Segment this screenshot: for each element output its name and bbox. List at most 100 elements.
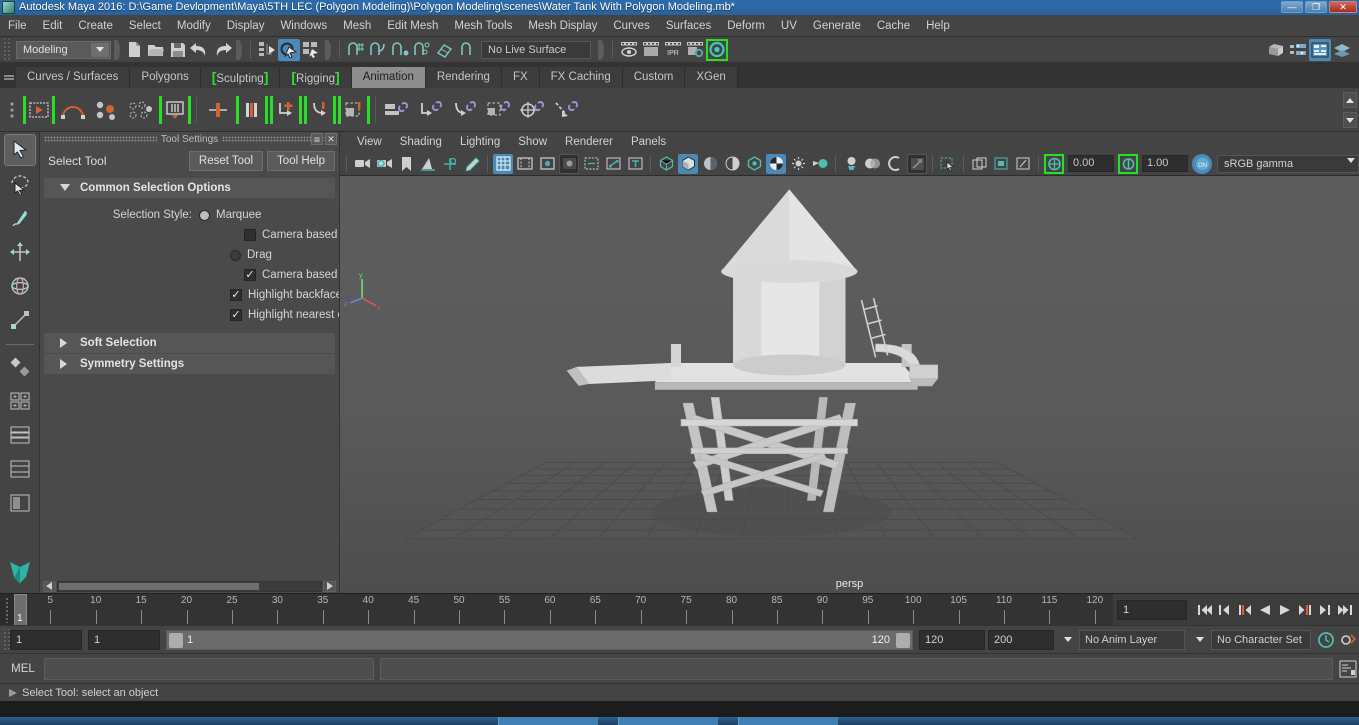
taskbar-item[interactable] bbox=[738, 717, 838, 725]
bookmark-icon[interactable] bbox=[396, 154, 416, 174]
two-d-pan-zoom-icon[interactable] bbox=[440, 154, 460, 174]
highlight-backfaces-checkbox[interactable]: ✓ bbox=[230, 289, 242, 301]
shelf-options-grip[interactable] bbox=[2, 88, 22, 132]
open-scene-icon[interactable] bbox=[145, 39, 167, 61]
grid-toggle-icon[interactable] bbox=[493, 153, 513, 174]
all-lights-icon[interactable] bbox=[841, 154, 861, 174]
texture-toggle-icon[interactable] bbox=[625, 154, 645, 174]
section-soft-selection[interactable]: Soft Selection bbox=[44, 333, 335, 353]
shelf-tab-rigging[interactable]: [Rigging] bbox=[280, 67, 352, 88]
step-forward-key-icon[interactable] bbox=[1295, 598, 1315, 622]
scroll-right-arrow[interactable] bbox=[323, 580, 336, 592]
menu-modify[interactable]: Modify bbox=[169, 15, 219, 37]
move-tool[interactable] bbox=[4, 236, 36, 268]
section-common-selection-options[interactable]: Common Selection Options bbox=[44, 178, 335, 198]
point-constraint-icon[interactable] bbox=[414, 93, 448, 127]
menu-file[interactable]: File bbox=[0, 15, 35, 37]
channel-box-icon[interactable] bbox=[1309, 38, 1331, 61]
isolate-select-icon[interactable] bbox=[863, 154, 883, 174]
close-button[interactable]: ✕ bbox=[1329, 1, 1357, 13]
set-key-translate-icon[interactable] bbox=[201, 93, 235, 127]
tool-help-button[interactable]: Tool Help bbox=[267, 151, 335, 171]
viewport-menu-panels[interactable]: Panels bbox=[622, 132, 675, 152]
statusline-grip[interactable] bbox=[2, 38, 10, 61]
highlight-nearest-component-checkbox[interactable]: ✓ bbox=[230, 309, 242, 321]
time-slider-grip[interactable] bbox=[0, 594, 14, 625]
range-options-chevron-icon[interactable] bbox=[1057, 629, 1079, 651]
lasso-select-tool[interactable] bbox=[4, 168, 36, 200]
drag-radio[interactable] bbox=[230, 249, 241, 261]
character-set-select[interactable]: No Character Set bbox=[1211, 629, 1311, 650]
step-forward-frame-icon[interactable] bbox=[1315, 598, 1335, 622]
step-back-key-icon[interactable] bbox=[1235, 598, 1255, 622]
menu-display[interactable]: Display bbox=[219, 15, 273, 37]
snap-curve-icon[interactable] bbox=[367, 39, 389, 61]
camera-based-selection-checkbox[interactable] bbox=[244, 229, 256, 241]
menu-surfaces[interactable]: Surfaces bbox=[658, 15, 719, 37]
shelf-tab-sculpting[interactable]: [Sculpting] bbox=[200, 67, 281, 88]
scrollbar-track[interactable] bbox=[57, 580, 322, 592]
grease-pencil-icon[interactable] bbox=[462, 154, 482, 174]
snap-view-plane-icon[interactable] bbox=[433, 39, 455, 61]
current-time-indicator[interactable]: 1 bbox=[14, 594, 27, 625]
chevron-down-icon[interactable] bbox=[1347, 157, 1355, 177]
viewport-menu-view[interactable]: View bbox=[348, 132, 391, 152]
scale-tool[interactable] bbox=[4, 304, 36, 336]
play-forwards-icon[interactable] bbox=[1275, 598, 1295, 622]
marquee-radio[interactable] bbox=[199, 209, 210, 221]
shadows-icon[interactable] bbox=[722, 154, 742, 174]
four-view-layout[interactable] bbox=[4, 385, 36, 417]
layout-preset-icon[interactable] bbox=[4, 487, 36, 519]
menu-cache[interactable]: Cache bbox=[869, 15, 918, 37]
constrain-selection-icon[interactable] bbox=[337, 93, 371, 127]
range-end-handle[interactable] bbox=[896, 632, 910, 648]
select-hierarchy-icon[interactable] bbox=[256, 39, 278, 61]
undock-panel-icon[interactable]: ⧈ bbox=[311, 133, 323, 145]
viewport-menu-show[interactable]: Show bbox=[509, 132, 556, 152]
menu-generate[interactable]: Generate bbox=[805, 15, 869, 37]
shelf-tab-polygons[interactable]: Polygons bbox=[130, 67, 201, 88]
go-to-end-icon[interactable] bbox=[1335, 598, 1355, 622]
paint-select-tool[interactable] bbox=[4, 202, 36, 234]
play-backwards-icon[interactable] bbox=[1255, 598, 1275, 622]
gamma-icon[interactable] bbox=[1118, 153, 1138, 174]
layer-editor-icon[interactable] bbox=[1331, 39, 1353, 61]
snap-grid-icon[interactable] bbox=[345, 39, 367, 61]
rotate-tool[interactable] bbox=[4, 270, 36, 302]
select-component-icon[interactable] bbox=[300, 39, 322, 61]
color-management-icon[interactable]: ON bbox=[1192, 153, 1212, 174]
wireframe-icon[interactable] bbox=[656, 154, 676, 174]
ik-handle-icon[interactable] bbox=[269, 93, 303, 127]
undo-icon[interactable] bbox=[189, 39, 211, 61]
aim-constraint-icon[interactable] bbox=[516, 93, 550, 127]
chevron-down-icon[interactable] bbox=[91, 42, 109, 57]
playback-end-field[interactable]: 120 bbox=[919, 629, 985, 650]
isolate-select-marquee-icon[interactable] bbox=[938, 154, 958, 174]
minimize-button[interactable]: — bbox=[1281, 1, 1303, 13]
menu-mesh[interactable]: Mesh bbox=[335, 15, 379, 37]
anim-layer-chevron-icon[interactable] bbox=[1189, 629, 1211, 651]
viewport-3d-canvas[interactable]: y x z persp bbox=[340, 176, 1359, 593]
command-input[interactable] bbox=[44, 657, 374, 680]
parent-constraint-icon[interactable] bbox=[380, 93, 414, 127]
shelf-tab-animation[interactable]: Animation bbox=[351, 67, 426, 88]
menu-deform[interactable]: Deform bbox=[719, 15, 773, 37]
close-panel-icon[interactable]: ✕ bbox=[325, 133, 337, 145]
viewport-menu-renderer[interactable]: Renderer bbox=[556, 132, 622, 152]
shelf-tab-rendering[interactable]: Rendering bbox=[425, 67, 502, 88]
last-tool-used[interactable] bbox=[4, 351, 36, 383]
show-hide-editors-icon[interactable] bbox=[1265, 39, 1287, 61]
reset-tool-button[interactable]: Reset Tool bbox=[188, 151, 264, 171]
new-scene-icon[interactable] bbox=[123, 39, 145, 61]
render-settings-icon[interactable] bbox=[684, 39, 706, 61]
command-output[interactable] bbox=[380, 657, 1333, 680]
snap-projected-center-icon[interactable] bbox=[411, 39, 433, 61]
range-start-handle[interactable] bbox=[169, 632, 183, 648]
range-slider-grip[interactable] bbox=[2, 628, 10, 651]
script-editor-icon[interactable] bbox=[1337, 658, 1359, 680]
snap-point-icon[interactable] bbox=[389, 39, 411, 61]
resolution-gate-icon[interactable] bbox=[537, 154, 557, 174]
render-current-frame-icon[interactable] bbox=[618, 39, 640, 61]
menu-set-selector[interactable]: Modeling bbox=[16, 40, 111, 59]
step-back-frame-icon[interactable] bbox=[1215, 598, 1235, 622]
